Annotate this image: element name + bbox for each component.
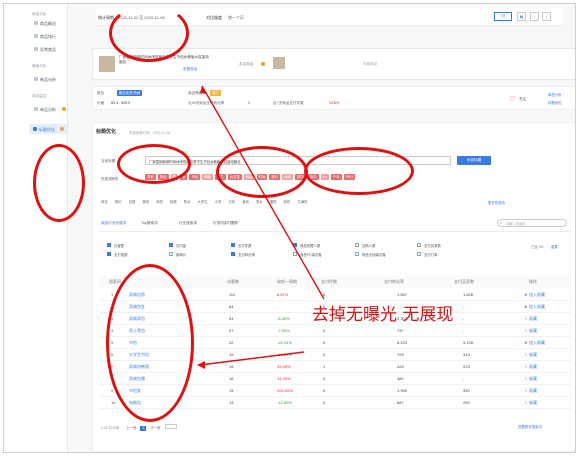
annotation-arrow-left bbox=[199, 351, 305, 366]
annotation-arrows bbox=[197, 85, 325, 369]
arrowhead-left bbox=[197, 361, 205, 369]
arrowhead-up bbox=[200, 86, 207, 94]
annotation-arrow-up bbox=[201, 85, 325, 300]
app-window: 商品分析 商品概况 商品排行 异常商品 营销分析 新品分析 商品监控 单品分析 … bbox=[3, 3, 576, 453]
